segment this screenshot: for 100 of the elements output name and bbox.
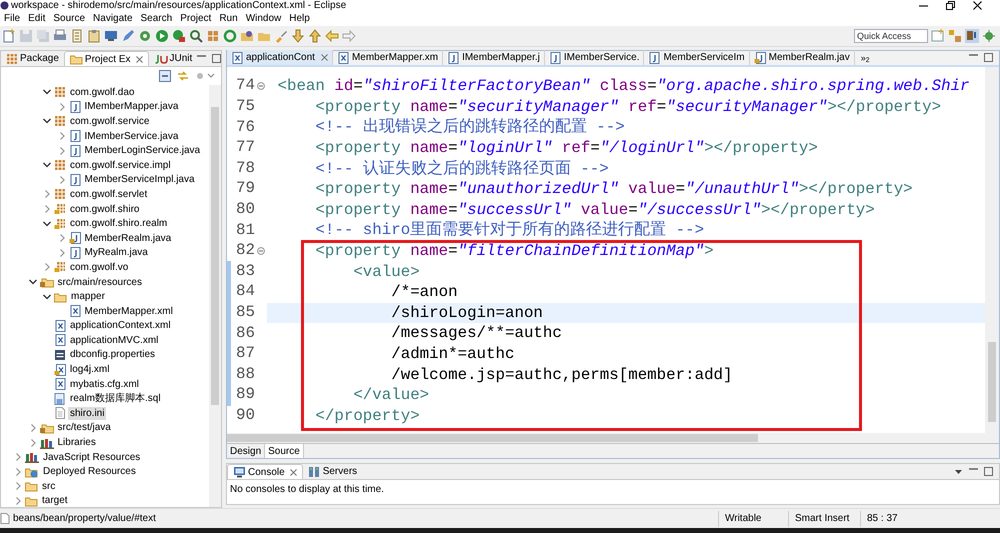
search-icon[interactable] xyxy=(189,29,203,43)
java-file-icon xyxy=(68,130,80,142)
tree-item[interactable]: IMemberMapper.java xyxy=(82,100,180,114)
tree-item[interactable]: MemberServiceImpl.java xyxy=(82,173,197,186)
tree-item[interactable]: Deployed Resources xyxy=(41,465,138,478)
java-perspective-icon[interactable] xyxy=(965,29,979,43)
tree-item[interactable]: com.gwolf.service.impl xyxy=(68,158,173,172)
tree-item[interactable]: mapper xyxy=(69,290,107,304)
quick-access-field[interactable]: Quick Access xyxy=(854,29,928,43)
tree-item[interactable]: log4j.xml xyxy=(68,363,112,376)
tab[interactable]: JUnit xyxy=(148,51,198,66)
menu-item[interactable]: Window xyxy=(242,12,286,25)
collapsed-chevron-icon[interactable] xyxy=(13,496,23,506)
tree-item[interactable]: MemberRealm.java xyxy=(82,232,174,245)
menu-item[interactable]: Search xyxy=(136,12,176,25)
collapsed-chevron-icon[interactable] xyxy=(13,452,23,462)
hierarchy-icon[interactable] xyxy=(948,29,962,43)
tree-item[interactable]: com.gwolf.servlet xyxy=(68,188,150,201)
tree-item[interactable]: src/main/resources xyxy=(56,276,144,289)
clipboard-icon[interactable] xyxy=(87,29,101,43)
tree-item[interactable]: IMemberService.java xyxy=(82,130,180,143)
tab[interactable]: MemberMapper.xm xyxy=(332,50,444,65)
tree-item[interactable]: com.gwolf.vo xyxy=(68,260,130,274)
collapsed-chevron-icon[interactable] xyxy=(42,262,52,272)
maximize-icon[interactable] xyxy=(212,54,222,63)
expanded-chevron-icon[interactable] xyxy=(42,292,52,302)
maximize-icon[interactable] xyxy=(984,467,993,476)
run-config-icon[interactable] xyxy=(172,29,186,43)
tree-item[interactable]: realm数据库脚本.sql xyxy=(68,392,163,406)
code-line: </value> xyxy=(352,387,430,404)
tree-item[interactable]: com.gwolf.shiro.realm xyxy=(68,217,170,230)
tree-item[interactable]: MemberMapper.xml xyxy=(82,304,175,318)
package-icon xyxy=(54,86,66,98)
fold-icon[interactable] xyxy=(257,82,265,90)
tab[interactable]: IMemberService. xyxy=(544,50,644,65)
printer-icon[interactable] xyxy=(53,29,67,43)
scrollbar[interactable] xyxy=(209,85,221,507)
tree-item[interactable]: MyRealm.java xyxy=(82,246,150,260)
menu-item[interactable]: Run xyxy=(215,12,242,25)
library-icon xyxy=(25,451,39,464)
tab[interactable]: Package xyxy=(1,51,64,66)
collapsed-chevron-icon[interactable] xyxy=(42,204,52,214)
arrow-down-icon[interactable] xyxy=(291,29,305,43)
restore-icon[interactable] xyxy=(946,1,955,10)
collapsed-chevron-icon[interactable] xyxy=(13,466,23,477)
package-icon xyxy=(54,218,66,230)
tab[interactable]: Project Ex xyxy=(64,51,148,66)
tree-item[interactable]: src xyxy=(40,480,58,493)
menu-item[interactable]: Project xyxy=(176,12,216,25)
xml-file-icon xyxy=(54,320,66,332)
tree-item[interactable]: applicationMVC.xml xyxy=(68,334,160,347)
more-tabs-button[interactable]: »$_{2}$ xyxy=(854,52,876,65)
tab[interactable]: IMemberMapper.j xyxy=(443,50,545,65)
code-line: /*=anon xyxy=(390,284,458,300)
tree-item[interactable]: dbconfig.properties xyxy=(68,348,158,362)
tree-item[interactable]: src/test/java xyxy=(56,421,113,434)
collapsed-chevron-icon[interactable] xyxy=(42,189,52,200)
fold-icon[interactable] xyxy=(257,247,265,256)
scrollbar[interactable] xyxy=(985,67,999,443)
collapse-all-icon[interactable] xyxy=(159,70,171,82)
brush-icon[interactable] xyxy=(274,29,288,43)
tree-item[interactable]: JavaScript Resources xyxy=(41,450,142,464)
expanded-chevron-icon[interactable] xyxy=(42,218,52,229)
tab[interactable]: Console xyxy=(227,464,303,479)
maximize-icon[interactable] xyxy=(984,53,993,62)
close-icon[interactable] xyxy=(973,1,982,10)
collapsed-chevron-icon[interactable] xyxy=(13,481,23,492)
tree-item[interactable]: target xyxy=(40,494,70,507)
menu-item[interactable]: Source xyxy=(49,12,90,25)
menu-item[interactable]: Edit xyxy=(24,12,50,25)
new-file-icon[interactable] xyxy=(2,29,16,43)
monitor-icon[interactable] xyxy=(104,29,118,43)
window-title: workspace - shirodemo/src/main/resources/applicationContext.xml - Eclipse xyxy=(11,0,346,10)
tree-item[interactable]: com.gwolf.dao xyxy=(68,86,136,99)
arrow-up-icon[interactable] xyxy=(308,29,322,43)
perspective-icon[interactable] xyxy=(931,29,945,43)
menu-item[interactable]: Help xyxy=(285,12,314,25)
scrollbar[interactable] xyxy=(227,433,985,443)
tree-item[interactable]: shiro.ini xyxy=(68,406,106,420)
tree-item[interactable]: com.gwolf.shiro xyxy=(68,202,142,216)
tree-item[interactable]: applicationContext.xml xyxy=(68,319,173,332)
tree-item[interactable]: MemberLoginService.java xyxy=(82,144,202,158)
pencil-icon[interactable] xyxy=(121,29,135,43)
back-icon[interactable] xyxy=(325,29,339,43)
menu-item[interactable]: File xyxy=(0,12,24,25)
document-icon[interactable] xyxy=(70,29,84,43)
view-menu-icon[interactable] xyxy=(954,467,963,476)
tab[interactable]: MemberRealm.jav xyxy=(750,50,855,65)
run-icon[interactable] xyxy=(155,29,169,43)
open-folder-icon[interactable] xyxy=(240,29,254,43)
tree-item[interactable]: com.gwolf.service xyxy=(68,114,152,128)
forward-icon[interactable] xyxy=(342,29,356,43)
tab[interactable]: Servers xyxy=(302,464,362,479)
tab[interactable]: MemberServiceIm xyxy=(644,50,750,65)
menu-item[interactable]: Navigate xyxy=(89,12,137,25)
tab[interactable]: applicationCont xyxy=(227,50,333,65)
tab[interactable]: Source xyxy=(265,444,304,458)
tree-item[interactable]: mybatis.cfg.xml xyxy=(68,378,141,391)
tree-item[interactable]: Libraries xyxy=(56,436,98,450)
link-icon[interactable] xyxy=(177,70,189,82)
